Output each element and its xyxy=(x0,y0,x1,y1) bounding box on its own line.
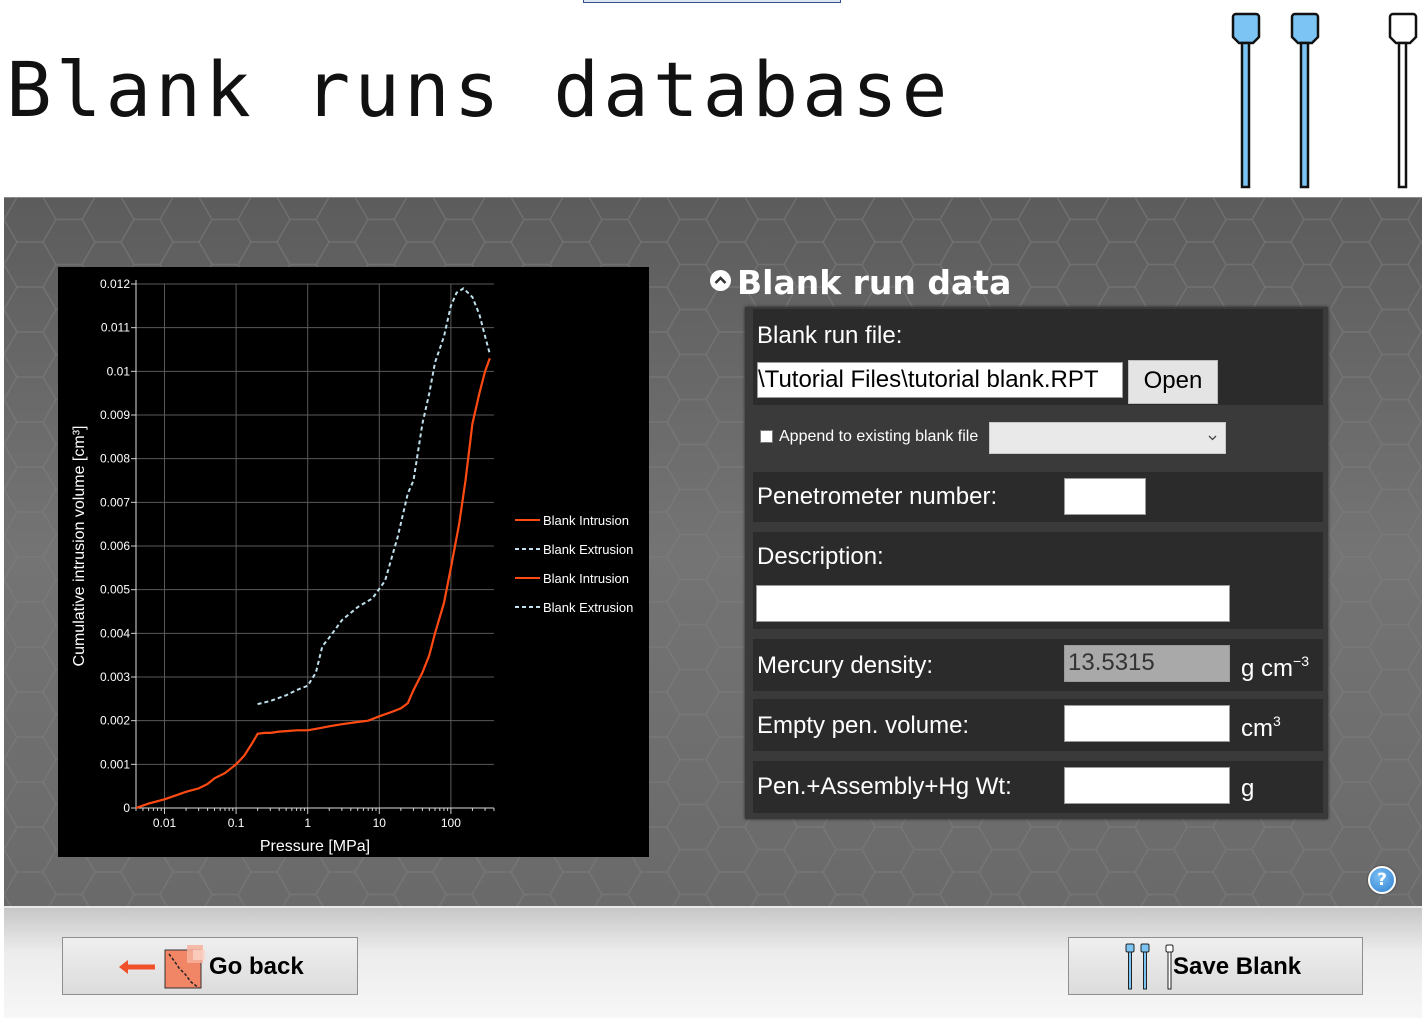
go-back-label: Go back xyxy=(209,953,304,980)
save-blank-button[interactable]: Save Blank xyxy=(1068,937,1363,995)
open-button[interactable]: Open xyxy=(1128,360,1218,404)
x-tick-label: 1 xyxy=(304,816,311,830)
collapse-chevron-icon[interactable] xyxy=(710,270,731,291)
x-tick-label: 10 xyxy=(373,816,387,830)
y-tick-label: 0 xyxy=(123,801,130,815)
y-tick-label: 0.007 xyxy=(100,495,130,509)
empty-pen-field[interactable] xyxy=(1064,705,1230,742)
x-tick-label: 0.1 xyxy=(228,816,245,830)
blank-run-form: Blank run file: \Tutorial Files\tutorial… xyxy=(745,307,1328,819)
description-field[interactable] xyxy=(756,585,1230,622)
blank-chart-thumbnail-icon xyxy=(164,945,205,989)
penetrometer-filled-icon xyxy=(1231,12,1261,189)
pen-weight-label: Pen.+Assembly+Hg Wt: xyxy=(757,773,1012,800)
legend-label: Blank Extrusion xyxy=(543,600,633,615)
x-axis-title: Pressure [MPa] xyxy=(260,838,370,855)
blank-file-value: \Tutorial Files\tutorial blank.RPT xyxy=(758,366,1099,393)
penetrometer-status-icons xyxy=(1231,12,1418,189)
section-title: Blank run data xyxy=(737,263,1012,302)
y-tick-label: 0.003 xyxy=(100,670,130,684)
blank-file-label: Blank run file: xyxy=(757,322,903,349)
chart-canvas: 0 0.001 0.002 0.003 0.004 0.005 0.006 0.007 0.00… xyxy=(71,277,633,855)
penetrometer-empty-icon xyxy=(1388,12,1418,189)
back-arrow-icon xyxy=(119,960,155,974)
y-tick-label: 0.006 xyxy=(100,539,130,553)
y-tick-label: 0.011 xyxy=(101,321,130,335)
y-tick-label: 0.001 xyxy=(100,757,130,771)
blank-file-field[interactable]: \Tutorial Files\tutorial blank.RPT xyxy=(757,362,1123,398)
append-row: Append to existing blank file xyxy=(753,407,1323,467)
save-blank-label: Save Blank xyxy=(1173,953,1302,980)
empty-pen-unit-exponent: 3 xyxy=(1273,713,1281,729)
mercury-density-field[interactable]: 13.5315 xyxy=(1064,645,1230,682)
mercury-density-row: Mercury density: 13.5315 g cm−3 xyxy=(753,639,1323,691)
help-icon[interactable]: ? xyxy=(1368,866,1396,894)
window-tab-indicator xyxy=(583,0,841,3)
pen-weight-row: Pen.+Assembly+Hg Wt: g xyxy=(753,761,1323,813)
mercury-density-unit-exponent: −3 xyxy=(1293,653,1309,669)
pen-weight-unit: g xyxy=(1241,775,1255,802)
series-line-intrusion xyxy=(135,357,491,810)
empty-pen-unit: cm3 xyxy=(1241,713,1281,743)
mercury-density-unit: g cm−3 xyxy=(1241,653,1309,683)
footer-bar: Go back Save Blank xyxy=(4,906,1422,1018)
x-tick-label: 100 xyxy=(441,816,461,830)
page-title: Blank runs database xyxy=(6,45,952,134)
y-tick-label: 0.009 xyxy=(100,408,130,422)
y-tick-label: 0.005 xyxy=(100,583,130,597)
append-checkbox[interactable] xyxy=(760,430,773,443)
series-line-extrusion xyxy=(257,287,491,706)
y-tick-label: 0.012 xyxy=(100,277,130,291)
empty-pen-row: Empty pen. volume: cm3 xyxy=(753,699,1323,751)
x-tick-label: 0.01 xyxy=(153,816,177,830)
description-row: Description: xyxy=(753,532,1323,629)
penetrometer-label: Penetrometer number: xyxy=(757,483,998,510)
pen-weight-field[interactable] xyxy=(1064,767,1230,804)
empty-pen-label: Empty pen. volume: xyxy=(757,712,970,739)
penetrometer-save-icon xyxy=(1125,943,1174,990)
description-label: Description: xyxy=(757,543,884,570)
append-file-dropdown[interactable] xyxy=(989,422,1226,454)
legend-label: Blank Intrusion xyxy=(543,571,629,586)
mercury-density-unit-base: g cm xyxy=(1241,655,1294,682)
penetrometer-row: Penetrometer number: xyxy=(753,472,1323,522)
y-tick-label: 0.01 xyxy=(107,364,131,378)
y-tick-label: 0.008 xyxy=(100,452,130,466)
y-axis-title: Cumulative intrusion volume [cm³] xyxy=(71,426,88,667)
go-back-button[interactable]: Go back xyxy=(62,937,358,995)
y-tick-label: 0.002 xyxy=(100,714,130,728)
blank-file-row: Blank run file: \Tutorial Files\tutorial… xyxy=(753,309,1323,405)
penetrometer-field[interactable] xyxy=(1064,478,1146,515)
chevron-down-icon xyxy=(1208,435,1217,441)
append-label: Append to existing blank file xyxy=(779,428,979,445)
y-tick-label: 0.004 xyxy=(100,626,130,640)
section-header[interactable]: Blank run data xyxy=(710,263,1011,302)
mercury-density-label: Mercury density: xyxy=(757,652,934,679)
penetrometer-filled-icon xyxy=(1290,12,1320,189)
blank-run-chart: 0 0.001 0.002 0.003 0.004 0.005 0.006 0.007 0.00… xyxy=(58,267,649,857)
legend-label: Blank Intrusion xyxy=(543,513,629,528)
main-panel: 0 0.001 0.002 0.003 0.004 0.005 0.006 0.007 0.00… xyxy=(4,197,1422,906)
empty-pen-unit-base: cm xyxy=(1241,715,1273,742)
legend-label: Blank Extrusion xyxy=(543,542,633,557)
